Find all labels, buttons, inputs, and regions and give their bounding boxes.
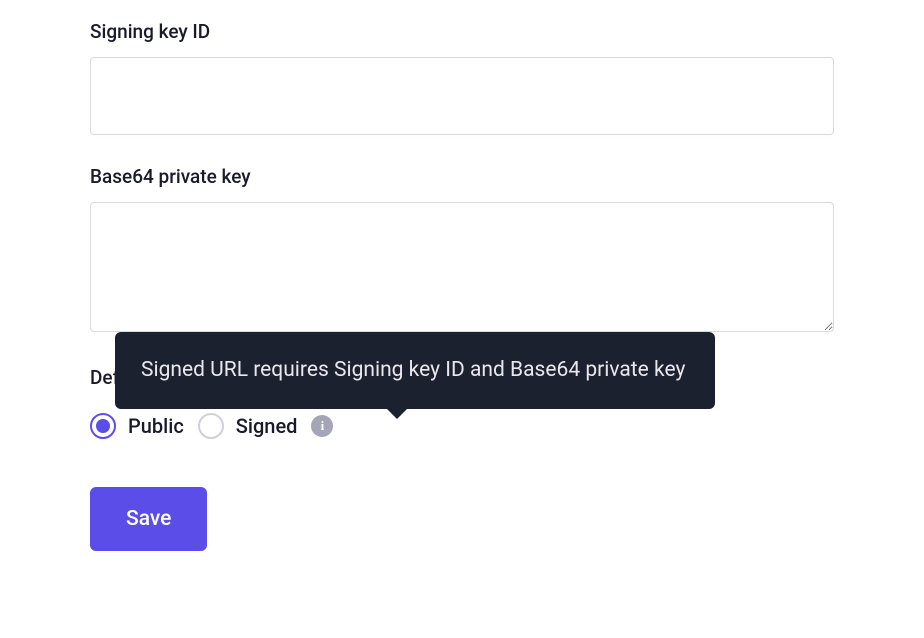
radio-signed-label: Signed	[236, 414, 298, 438]
signing-key-id-input[interactable]	[90, 57, 834, 135]
signing-key-id-label: Signing key ID	[90, 20, 834, 43]
base64-private-key-input[interactable]	[90, 202, 834, 332]
radio-public[interactable]: Public	[90, 413, 184, 439]
radio-signed[interactable]: Signed	[198, 413, 298, 439]
base64-private-key-group: Base64 private key	[90, 165, 834, 336]
radio-public-circle	[90, 413, 116, 439]
radio-public-label: Public	[128, 414, 184, 438]
url-type-radio-row: Public Signed i	[90, 413, 834, 439]
radio-signed-circle	[198, 413, 224, 439]
info-icon[interactable]: i	[311, 415, 333, 437]
signed-url-tooltip: Signed URL requires Signing key ID and B…	[115, 332, 715, 409]
base64-private-key-label: Base64 private key	[90, 165, 834, 188]
signing-key-id-group: Signing key ID	[90, 20, 834, 135]
radio-public-dot	[96, 419, 110, 433]
save-button[interactable]: Save	[90, 487, 207, 551]
